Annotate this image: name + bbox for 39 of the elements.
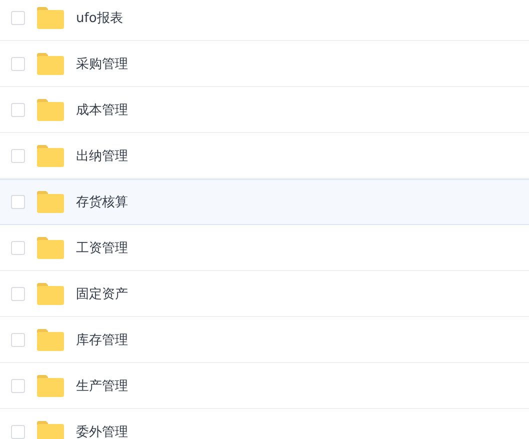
folder-row[interactable]: 采购管理 [0,41,529,87]
folder-row[interactable]: 固定资产 [0,271,529,317]
folder-name: 采购管理 [76,56,128,73]
folder-icon [37,329,64,351]
folder-name: 生产管理 [76,378,128,395]
checkbox[interactable] [11,11,25,25]
folder-name: 固定资产 [76,286,128,303]
folder-icon [37,375,64,397]
folder-icon [37,421,64,439]
folder-row[interactable]: 委外管理 [0,409,529,439]
folder-row[interactable]: 库存管理 [0,317,529,363]
folder-row[interactable]: 工资管理 [0,225,529,271]
checkbox[interactable] [11,425,25,439]
folder-name: 存货核算 [76,194,128,211]
folder-icon [37,145,64,167]
folder-icon [37,99,64,121]
folder-icon [37,7,64,29]
checkbox[interactable] [11,241,25,255]
folder-name: 工资管理 [76,240,128,257]
checkbox[interactable] [11,103,25,117]
checkbox[interactable] [11,379,25,393]
folder-icon [37,191,64,213]
folder-name: ufo报表 [76,10,123,27]
checkbox[interactable] [11,287,25,301]
checkbox[interactable] [11,57,25,71]
folder-name: 库存管理 [76,332,128,349]
folder-icon [37,237,64,259]
folder-row[interactable]: 生产管理 [0,363,529,409]
folder-row[interactable]: ufo报表 [0,0,529,41]
folder-row[interactable]: 成本管理 [0,87,529,133]
folder-name: 出纳管理 [76,148,128,165]
folder-row[interactable]: 存货核算 [0,179,529,225]
folder-icon [37,283,64,305]
folder-name: 委外管理 [76,424,128,439]
checkbox[interactable] [11,149,25,163]
checkbox[interactable] [11,195,25,209]
folder-icon [37,53,64,75]
checkbox[interactable] [11,333,25,347]
folder-name: 成本管理 [76,102,128,119]
